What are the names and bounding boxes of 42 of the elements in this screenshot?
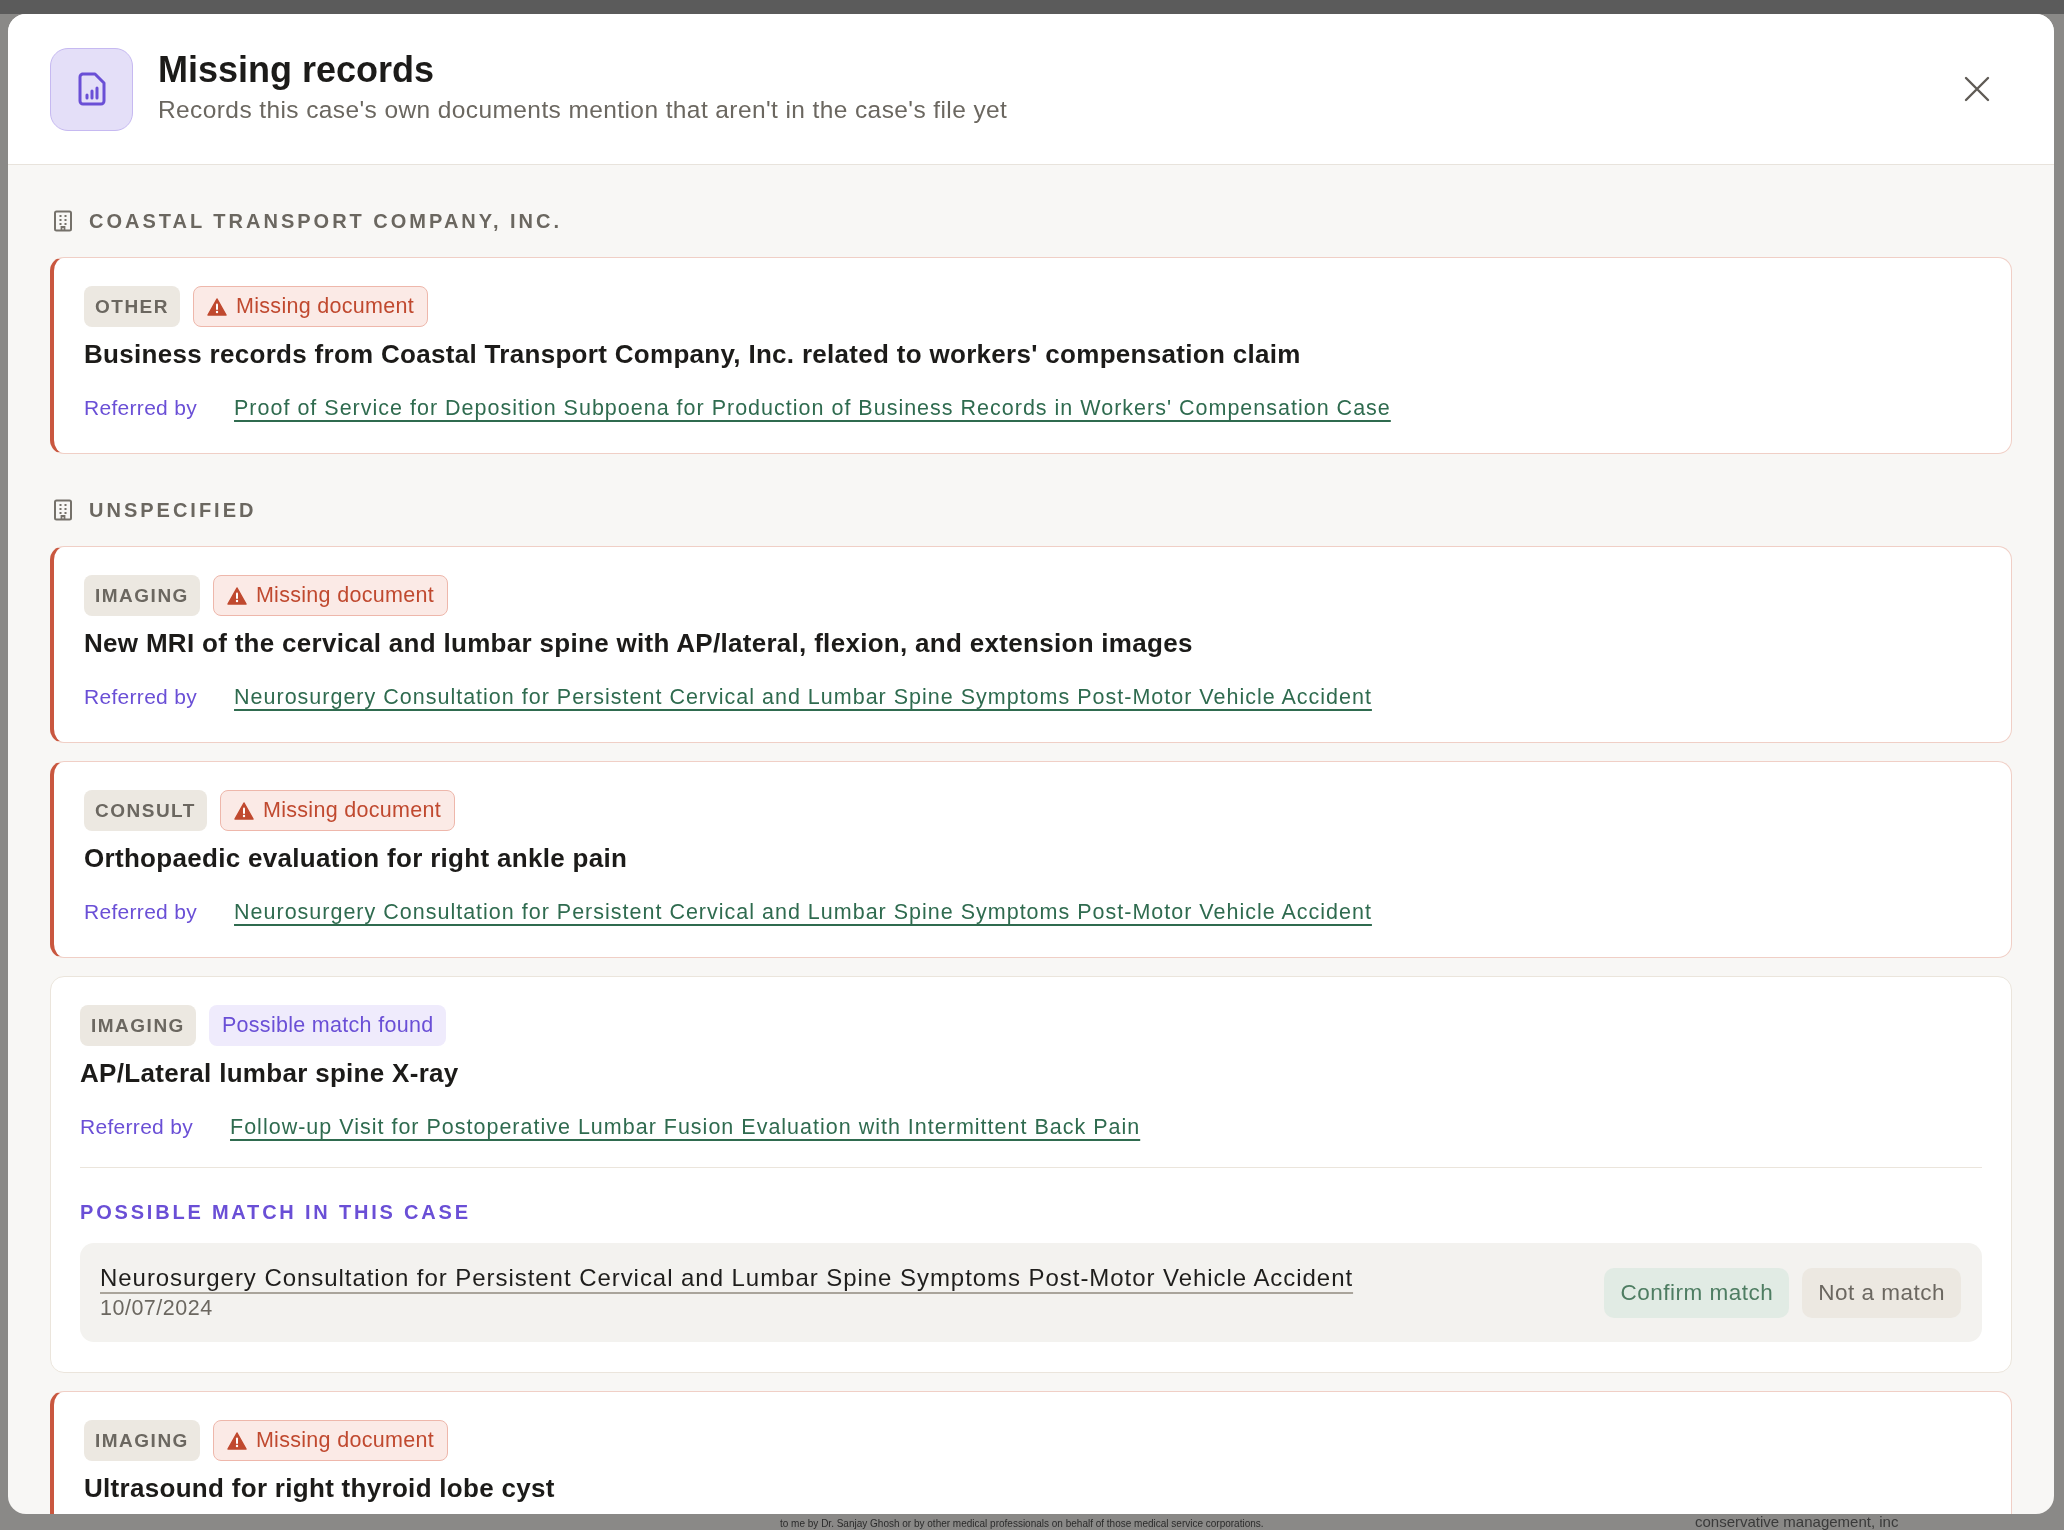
group-heading: COASTAL TRANSPORT COMPANY, INC.	[89, 209, 562, 233]
background-text: to me by Dr. Sanjay Ghosh or by other medical professionals on behalf of those medical service corporations.	[780, 1518, 1264, 1530]
warning-icon	[233, 801, 254, 820]
status-text: Missing document	[236, 294, 415, 319]
group-heading: UNSPECIFIED	[89, 498, 257, 522]
record-type-label: OTHER	[84, 286, 180, 327]
record-title: Orthopaedic evaluation for right ankle pain	[84, 842, 629, 874]
warning-icon	[226, 586, 247, 605]
close-icon	[1964, 76, 1990, 102]
referring-document-link[interactable]: Neurosurgery Consultation for Persistent Cervical and Lumbar Spine Symptoms Post-Motor Vehicle Accident	[234, 899, 1372, 925]
referring-document-link[interactable]: Neurosurgery Consultation for Persistent Cervical and Lumbar Spine Symptoms Post-Motor Vehicle Accident	[234, 684, 1372, 710]
record-type-label: IMAGING	[80, 1005, 196, 1046]
record-type-label: IMAGING	[84, 1420, 200, 1461]
record-title: New MRI of the cervical and lumbar spine with AP/lateral, flexion, and extension images	[84, 627, 1194, 659]
matched-document-link[interactable]: Neurosurgery Consultation for Persistent Cervical and Lumbar Spine Symptoms Post-Motor Vehicle Accident	[100, 1264, 1354, 1292]
warning-icon	[226, 1431, 247, 1450]
status-text: Missing document	[255, 1428, 434, 1453]
document-date: 10/07/2024	[100, 1296, 213, 1321]
status-text: Possible match found	[221, 1013, 434, 1038]
reject-match-button[interactable]: Not a match	[1802, 1267, 1961, 1318]
dialog-subtitle: Records this case's own documents mention that aren't in the case's file yet	[158, 95, 1009, 125]
document-chart-icon	[50, 47, 133, 131]
referring-document-link[interactable]: Follow-up Visit for Postoperative Lumbar Fusion Evaluation with Intermittent Back Pain	[230, 1114, 1141, 1140]
referred-by-label: Referred by	[84, 900, 198, 924]
building-icon	[53, 499, 73, 521]
record-type-label: IMAGING	[84, 575, 200, 616]
record-title: AP/Lateral lumbar spine X-ray	[80, 1057, 460, 1089]
confirm-match-button[interactable]: Confirm match	[1604, 1267, 1790, 1318]
background-text: conservative management, inc	[1695, 1514, 1899, 1530]
referred-by-label: Referred by	[84, 685, 198, 709]
record-title: Ultrasound for right thyroid lobe cyst	[84, 1472, 556, 1504]
warning-icon	[207, 297, 227, 316]
referring-document-link[interactable]: Proof of Service for Deposition Subpoena for Production of Business Records in Workers' Compensation Case	[234, 395, 1391, 421]
building-icon	[53, 210, 73, 232]
status-text: Missing document	[255, 583, 434, 608]
match-heading: POSSIBLE MATCH IN THIS CASE	[80, 1200, 472, 1224]
record-title: Business records from Coastal Transport Company, Inc. related to workers' compensation claim	[84, 338, 1302, 370]
referred-by-label: Referred by	[80, 1115, 194, 1139]
referred-by-label: Referred by	[84, 396, 198, 420]
dialog-title: Missing records	[158, 49, 436, 91]
record-type-label: CONSULT	[84, 790, 207, 831]
status-text: Missing document	[262, 798, 441, 823]
